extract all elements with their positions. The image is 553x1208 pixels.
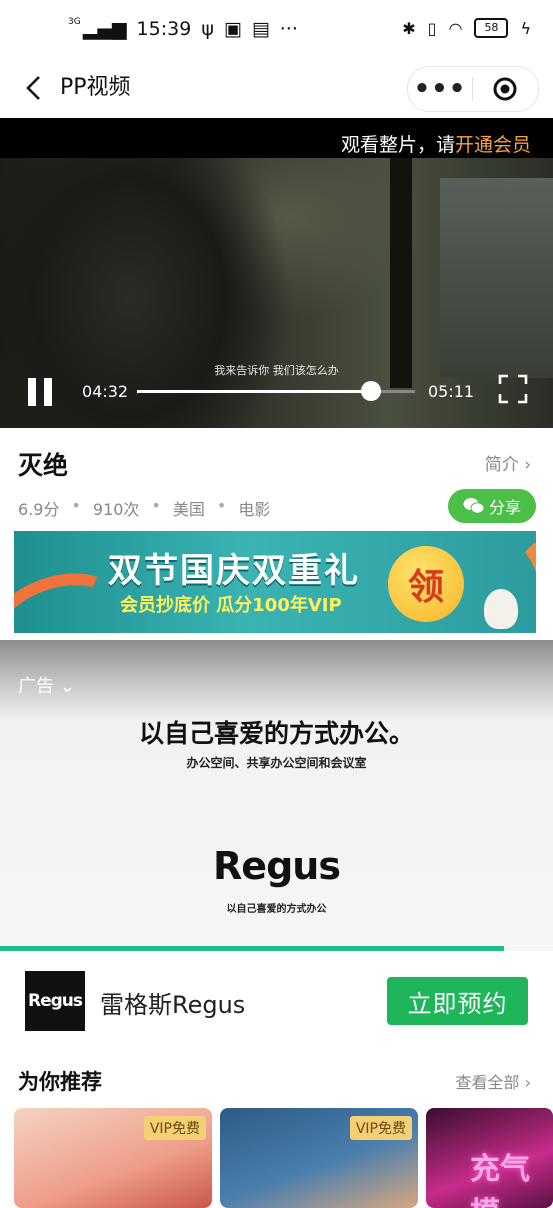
recommend-card[interactable]: VIP免费 (14, 1108, 212, 1208)
app-notification-icon: ▣ (223, 18, 242, 40)
open-vip-link[interactable]: 开通会员 (455, 134, 531, 156)
more-dots-icon[interactable]: ••• (408, 76, 472, 102)
movie-type: 电影 (238, 500, 271, 519)
pause-button[interactable] (26, 374, 54, 408)
page-title: PP视频 (60, 75, 131, 100)
ad-subheadline: 办公空间、共享办公空间和会议室 (186, 756, 367, 770)
advertiser-bar: Regus 雷格斯Regus 立即预约 (0, 951, 553, 1051)
movie-title: 灭绝 (18, 451, 69, 480)
miniprogram-capsule: ••• (407, 66, 539, 112)
pause-icon-bar (28, 378, 36, 406)
intro-link-label: 简介 (484, 455, 519, 475)
chevron-right-icon: › (524, 455, 531, 475)
promo-subline: 会员抄底价 瓜分100年VIP (120, 595, 342, 616)
bluetooth-icon: ✱ (402, 18, 416, 38)
book-now-button[interactable]: 立即预约 (387, 977, 528, 1025)
progress-fill (137, 390, 371, 393)
usb-icon: ψ (201, 18, 214, 40)
clock: 15:39 (136, 18, 192, 40)
recommend-card[interactable]: VIP免费 (220, 1108, 418, 1208)
more-notifications-icon: ··· (279, 18, 298, 40)
network-type: 3G (68, 17, 81, 27)
view-all-link[interactable]: 查看全部 › (455, 1069, 531, 1093)
chevron-down-icon: ⌄ (59, 676, 75, 697)
ad-label[interactable]: 广告 ⌄ (18, 672, 75, 698)
view-all-label: 查看全部 (455, 1073, 520, 1092)
advertiser-logo[interactable]: Regus (25, 971, 85, 1031)
vibrate-icon: ▯ (427, 18, 437, 38)
current-time: 04:32 (82, 382, 129, 401)
promo-banner[interactable]: 双节国庆双重礼 会员抄底价 瓜分100年VIP 领 (14, 531, 536, 633)
regus-tagline: 以自己喜爱的方式办公 (226, 904, 327, 915)
promo-headline: 双节国庆双重礼 (108, 551, 360, 591)
movie-meta: 6.9分 • 910次 • 美国 • 电影 (18, 496, 270, 520)
rabbit-mascot-icon (484, 589, 518, 629)
chevron-right-icon: › (524, 1073, 531, 1092)
nav-header: PP视频 ••• (0, 60, 553, 118)
video-frame-detail-2 (440, 178, 553, 378)
status-bar: 3G ▂▄▆ 15:39 ψ ▣ ▤ ··· ✱ ▯ ◠ 58 ϟ (0, 0, 553, 60)
fullscreen-button[interactable] (498, 374, 528, 404)
status-right: ✱ ▯ ◠ 58 ϟ (402, 18, 531, 38)
share-label: 分享 (488, 498, 521, 517)
video-subtitle: 我来告诉你 我们该怎么办 (214, 364, 339, 377)
movie-views: 910次 (92, 500, 140, 519)
regus-logo: Regus (213, 844, 341, 888)
ad-label-text: 广告 (18, 676, 54, 697)
progress-track[interactable] (137, 381, 415, 401)
duration: 05:11 (428, 382, 475, 401)
back-button[interactable] (14, 68, 54, 108)
meta-separator: • (151, 496, 161, 515)
recommend-title: 为你推荐 (18, 1070, 102, 1094)
recommend-card[interactable]: 充气模 (426, 1108, 553, 1208)
vip-upsell[interactable]: 观看整片，请开通会员 (341, 130, 531, 157)
ad-headline: 以自己喜爱的方式办公。 (138, 719, 414, 748)
share-button[interactable]: 分享 (448, 489, 536, 523)
battery-icon: 58 (474, 18, 509, 38)
meta-separator: • (216, 496, 227, 515)
signal-icon: 3G ▂▄▆ (68, 17, 127, 41)
vip-free-badge: VIP免费 (143, 1116, 206, 1140)
app-notification-icon-2: ▤ (251, 18, 270, 40)
advertiser-name[interactable]: 雷格斯Regus (100, 985, 245, 1020)
meta-separator: • (71, 496, 81, 515)
vip-free-badge: VIP免费 (349, 1116, 412, 1140)
miniprogram-close-icon[interactable] (473, 76, 537, 102)
ad-creative[interactable]: 广告 ⌄ 以自己喜爱的方式办公。 办公空间、共享办公空间和会议室 Regus 以… (0, 640, 553, 952)
video-frame-detail (390, 158, 412, 388)
progress-handle[interactable] (360, 381, 381, 401)
video-player[interactable]: 观看整片，请开通会员 我来告诉你 我们该怎么办 04:32 05:11 (0, 118, 553, 428)
fullscreen-icon (498, 374, 528, 404)
intro-link[interactable]: 简介 › (485, 450, 531, 475)
upsell-text: 观看整片，请 (340, 134, 455, 156)
claim-coin-icon: 领 (388, 546, 464, 622)
charging-icon: ϟ (520, 18, 531, 38)
wechat-icon (463, 498, 485, 514)
movie-score: 6.9分 (18, 500, 60, 519)
wifi-icon: ◠ (448, 18, 463, 38)
pause-icon-bar (44, 378, 52, 406)
card-poster-text: 充气模 (470, 1152, 530, 1208)
chevron-left-icon (26, 76, 40, 100)
status-left: 3G ▂▄▆ 15:39 ψ ▣ ▤ ··· (68, 17, 298, 41)
movie-region: 美国 (172, 500, 205, 519)
